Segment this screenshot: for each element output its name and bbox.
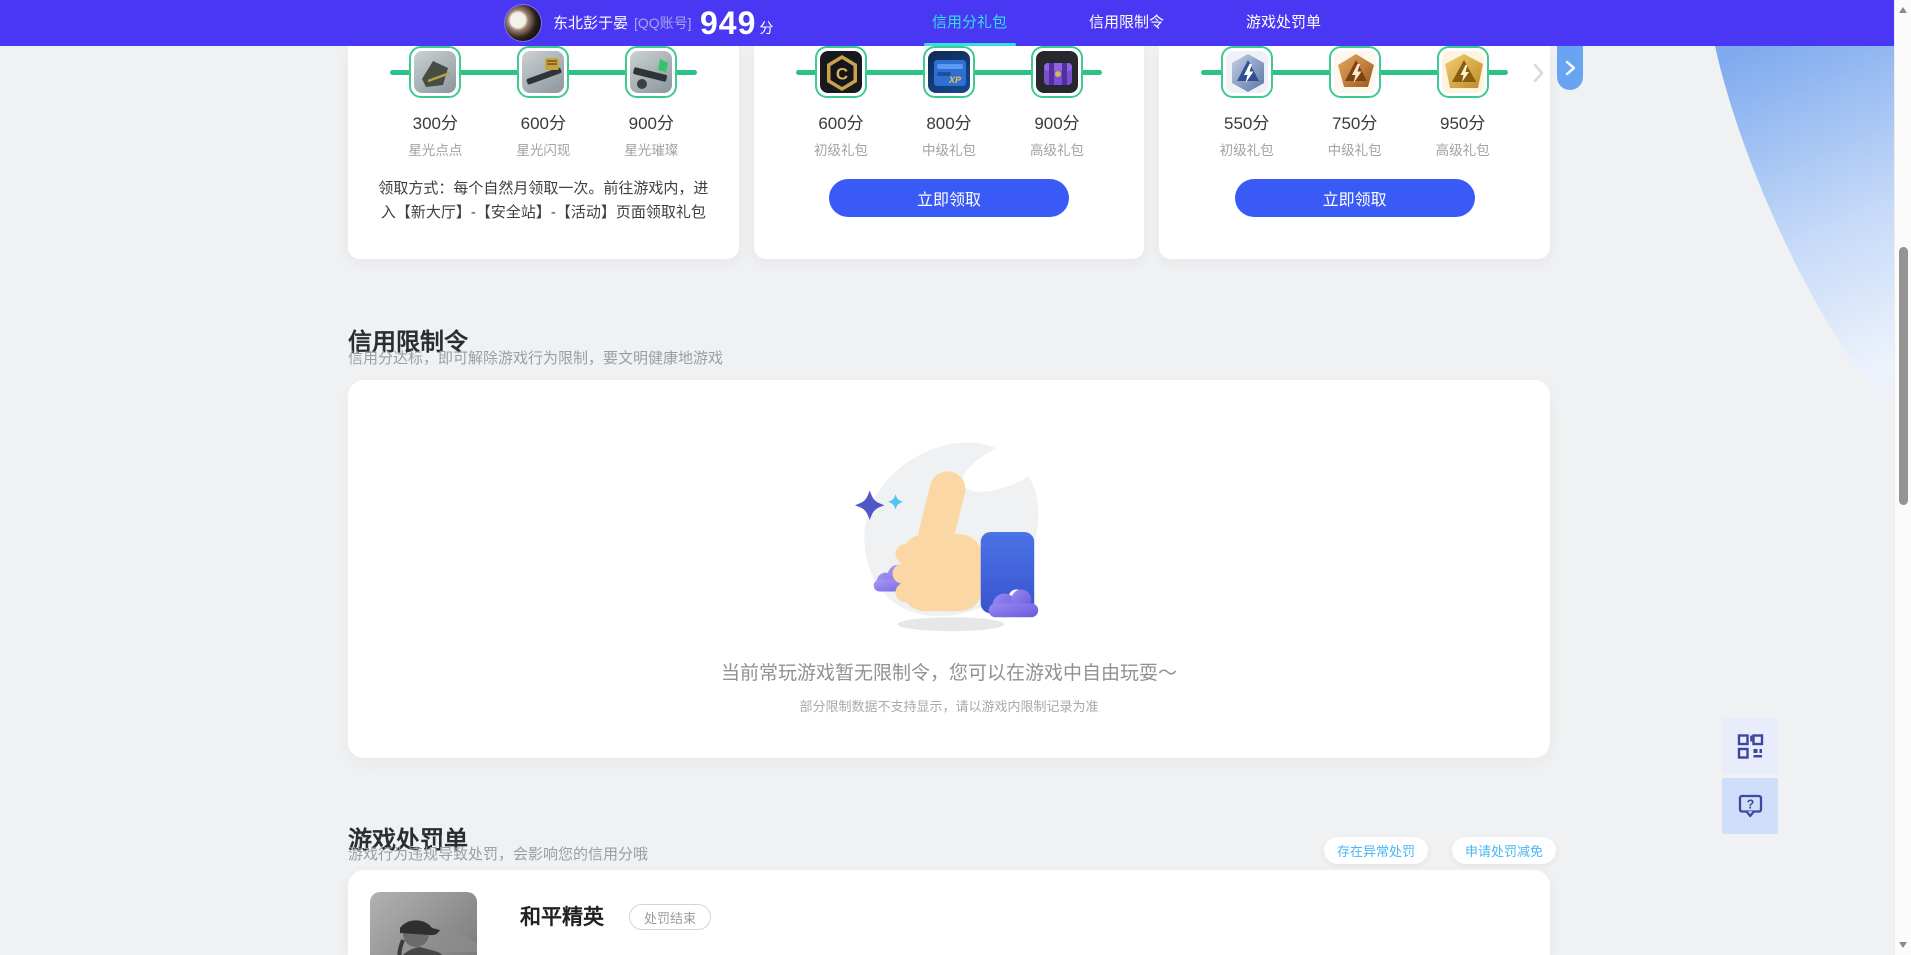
claim-instructions-line2: 入【新大厅】-【安全站】-【活动】页面领取礼包 bbox=[376, 201, 711, 225]
milestone-score: 900分 bbox=[1034, 109, 1079, 134]
milestone: XP 800分 中级礼包 bbox=[906, 46, 992, 159]
account-type-label: [QQ账号] bbox=[634, 15, 692, 31]
milestone: 950分 高级礼包 bbox=[1420, 46, 1506, 159]
scroll-down-icon[interactable] bbox=[1899, 942, 1907, 948]
reward-icon-coin-600[interactable]: C bbox=[815, 46, 867, 98]
scrollbar-track[interactable] bbox=[1894, 0, 1911, 955]
active-tab-underline bbox=[924, 43, 1016, 46]
credit-score-value: 949 bbox=[700, 0, 756, 46]
milestone-score: 900分 bbox=[629, 109, 674, 134]
reward-icon-xp-800[interactable]: XP bbox=[923, 46, 975, 98]
punishment-status-badge: 处罚结束 bbox=[629, 904, 711, 930]
milestone-label: 高级礼包 bbox=[1436, 139, 1490, 159]
milestone-score: 550分 bbox=[1224, 109, 1269, 134]
milestone: 600分 星光闪现 bbox=[500, 46, 586, 159]
milestone-score: 750分 bbox=[1332, 109, 1377, 134]
reward-icon-badge-550[interactable] bbox=[1221, 46, 1273, 98]
game-name: 和平精英 bbox=[520, 901, 604, 931]
milestone-score: 800分 bbox=[926, 109, 971, 134]
thumbs-up-illustration bbox=[840, 428, 1058, 648]
abnormal-punishment-link[interactable]: 存在异常处罚 bbox=[1324, 837, 1428, 864]
top-navbar: 东北彭于晏 [QQ账号] 949 分 信用分礼包 信用限制令 游戏处罚单 bbox=[0, 0, 1894, 46]
milestone-label: 星光闪现 bbox=[516, 139, 570, 159]
claim-instructions: 领取方式：每个自然月领取一次。前往游戏内，进 入【新大厅】-【安全站】-【活动】… bbox=[376, 177, 711, 225]
tab-label: 游戏处罚单 bbox=[1246, 14, 1321, 31]
tab-label: 信用分礼包 bbox=[932, 14, 1007, 31]
milestone: 900分 星光璀璨 bbox=[608, 46, 694, 159]
restriction-section-subtitle: 信用分达标，即可解除游戏行为限制，要文明健康地游戏 bbox=[348, 347, 723, 368]
milestone-list: C 600分 初级礼包 XP 800分 bbox=[754, 46, 1145, 159]
milestone-score: 950分 bbox=[1440, 109, 1485, 134]
username-text: 东北彭于晏 bbox=[553, 15, 628, 32]
reward-icon-starlight-600[interactable] bbox=[517, 46, 569, 98]
xp-label: XP bbox=[948, 75, 962, 85]
milestone-list: 300分 星光点点 600分 星光闪现 bbox=[348, 46, 739, 159]
tab-credit-gifts[interactable]: 信用分礼包 bbox=[932, 0, 1007, 46]
credit-page: 东北彭于晏 [QQ账号] 949 分 信用分礼包 信用限制令 游戏处罚单 bbox=[0, 0, 1911, 955]
milestone-label: 高级礼包 bbox=[1030, 139, 1084, 159]
punishment-section-subtitle: 游戏行为违规导致处罚，会影响您的信用分哦 bbox=[348, 843, 648, 864]
help-bubble-icon: ? bbox=[1737, 793, 1764, 820]
credit-score: 949 分 bbox=[700, 0, 773, 46]
milestone-label: 星光点点 bbox=[408, 139, 462, 159]
milestone-list: 550分 初级礼包 750分 中级礼包 bbox=[1159, 46, 1550, 159]
username: 东北彭于晏 [QQ账号] bbox=[553, 0, 692, 46]
milestone: 750分 中级礼包 bbox=[1312, 46, 1398, 159]
chevron-right-icon bbox=[1563, 59, 1577, 77]
qr-code-icon bbox=[1737, 733, 1764, 760]
milestone-score: 300分 bbox=[413, 109, 458, 134]
reward-icon-badge-750[interactable] bbox=[1329, 46, 1381, 98]
scroll-up-icon[interactable] bbox=[1899, 7, 1907, 13]
claim-instructions-line1: 领取方式：每个自然月领取一次。前往游戏内，进 bbox=[376, 177, 711, 201]
reward-icon-starlight-300[interactable] bbox=[409, 46, 461, 98]
gift-card-starlight: 300分 星光点点 600分 星光闪现 bbox=[348, 46, 739, 259]
milestone-label: 中级礼包 bbox=[1328, 139, 1382, 159]
gift-cards-row: 300分 星光点点 600分 星光闪现 bbox=[348, 46, 1550, 259]
gift-card-badges: 550分 初级礼包 750分 中级礼包 bbox=[1159, 46, 1550, 259]
carousel-next-icon[interactable] bbox=[1533, 62, 1545, 89]
milestone: 300分 星光点点 bbox=[392, 46, 478, 159]
punishment-record-card[interactable]: 和平精英 处罚结束 bbox=[348, 870, 1550, 955]
claim-now-button[interactable]: 立即领取 bbox=[1235, 179, 1475, 217]
milestone-label: 初级礼包 bbox=[814, 139, 868, 159]
milestone: 900分 高级礼包 bbox=[1014, 46, 1100, 159]
corner-gradient-decoration bbox=[1712, 46, 1894, 471]
game-thumbnail bbox=[370, 892, 477, 955]
tab-label: 信用限制令 bbox=[1089, 14, 1164, 31]
reward-icon-badge-950[interactable] bbox=[1437, 46, 1489, 98]
milestone-score: 600分 bbox=[818, 109, 863, 134]
reward-icon-crate-900[interactable] bbox=[1031, 46, 1083, 98]
reward-icon-starlight-900[interactable] bbox=[625, 46, 677, 98]
nav-tabs: 信用分礼包 信用限制令 游戏处罚单 bbox=[932, 0, 1321, 46]
tab-credit-restrictions[interactable]: 信用限制令 bbox=[1089, 0, 1164, 46]
coin-letter: C bbox=[836, 65, 848, 84]
question-mark-glyph: ? bbox=[1746, 797, 1754, 811]
restriction-empty-message: 当前常玩游戏暂无限制令，您可以在游戏中自由玩耍～ bbox=[348, 658, 1550, 685]
milestone: 550分 初级礼包 bbox=[1204, 46, 1290, 159]
tab-game-punishments[interactable]: 游戏处罚单 bbox=[1246, 0, 1321, 46]
expand-panel-button[interactable] bbox=[1557, 46, 1583, 90]
milestone: C 600分 初级礼包 bbox=[798, 46, 884, 159]
claim-now-button[interactable]: 立即领取 bbox=[829, 179, 1069, 217]
feedback-button[interactable]: ? bbox=[1722, 778, 1778, 834]
restriction-empty-note: 部分限制数据不支持显示，请以游戏内限制记录为准 bbox=[348, 696, 1550, 715]
gift-card-cf: C 600分 初级礼包 XP 800分 bbox=[754, 46, 1145, 259]
milestone-score: 600分 bbox=[521, 109, 566, 134]
scrollbar-thumb[interactable] bbox=[1899, 247, 1908, 505]
avatar[interactable] bbox=[505, 5, 541, 41]
credit-score-unit: 分 bbox=[759, 18, 773, 38]
qr-code-button[interactable] bbox=[1722, 718, 1778, 774]
milestone-label: 中级礼包 bbox=[922, 139, 976, 159]
milestone-label: 初级礼包 bbox=[1220, 139, 1274, 159]
punishment-reduction-link[interactable]: 申请处罚减免 bbox=[1452, 837, 1556, 864]
milestone-label: 星光璀璨 bbox=[624, 139, 678, 159]
restriction-empty-card: 当前常玩游戏暂无限制令，您可以在游戏中自由玩耍～ 部分限制数据不支持显示，请以游… bbox=[348, 380, 1550, 758]
